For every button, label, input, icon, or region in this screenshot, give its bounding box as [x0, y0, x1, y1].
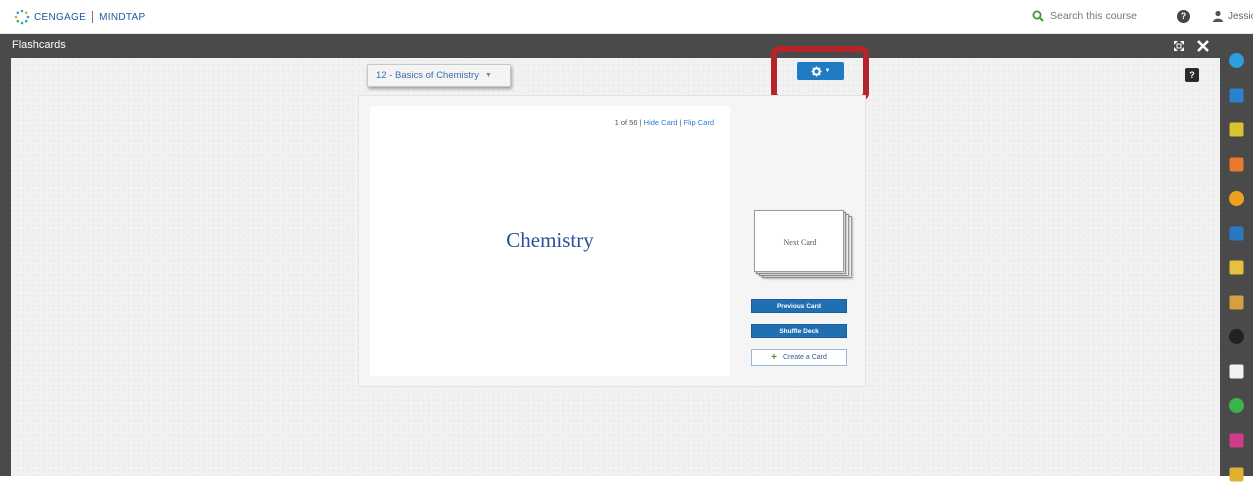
expand-icon[interactable] — [1172, 39, 1186, 53]
monitor-icon — [1229, 433, 1244, 447]
card-position: 1 of 56 — [614, 118, 638, 127]
caret-down-icon: ▼ — [824, 68, 831, 74]
az-icon — [1229, 467, 1244, 482]
meta-separator: | — [679, 118, 682, 127]
gear-icon — [810, 65, 822, 77]
deck-select[interactable]: 12 - Basics of Chemistry ▼ — [367, 64, 511, 87]
dock-app-3[interactable] — [1228, 121, 1245, 138]
notepad-icon — [1229, 260, 1244, 275]
brand-logo[interactable]: CENGAGE MINDTAP — [14, 9, 145, 25]
dock-app-6[interactable] — [1228, 225, 1245, 242]
m-circle-icon — [1229, 329, 1244, 344]
briefcase-icon — [1229, 88, 1244, 102]
dock-app-13[interactable] — [1228, 466, 1245, 483]
book-icon — [1229, 226, 1244, 240]
create-card-button[interactable]: + Create a Card — [751, 349, 847, 366]
close-icon[interactable] — [1195, 38, 1211, 54]
window-frame-left — [0, 34, 11, 476]
previous-card-button[interactable]: Previous Card — [751, 299, 847, 313]
next-card-stack[interactable]: Next Card — [754, 210, 856, 280]
dock-app-11[interactable] — [1228, 397, 1245, 414]
dock-app-9[interactable] — [1228, 328, 1245, 345]
flashcards-help-button[interactable]: ? — [1185, 68, 1199, 82]
brand-name: CENGAGE — [34, 11, 87, 23]
dock-app-10[interactable] — [1228, 363, 1245, 380]
hide-card-link[interactable]: Hide Card — [644, 118, 678, 127]
dock-app-8[interactable] — [1228, 294, 1245, 311]
flashcard[interactable]: 1 of 56 | Hide Card | Flip Card Chemistr… — [370, 106, 730, 376]
meta-separator: | — [639, 118, 642, 127]
shuffle-deck-button[interactable]: Shuffle Deck — [751, 324, 847, 338]
pencil-icon — [1229, 122, 1244, 137]
rss-icon — [1229, 157, 1244, 171]
bubble-icon — [1229, 53, 1244, 68]
dock-app-2[interactable] — [1228, 87, 1245, 104]
user-menu[interactable]: Jessica v — [1212, 10, 1253, 22]
flame-icon — [1229, 191, 1244, 206]
tool-dock — [1220, 34, 1253, 482]
brand-divider — [92, 11, 94, 23]
window-title: Flashcards — [12, 39, 66, 51]
settings-button[interactable]: ▼ — [797, 62, 844, 80]
course-search[interactable]: Search this course — [1032, 10, 1137, 22]
deck-select-value: 12 - Basics of Chemistry — [376, 70, 479, 81]
top-header: CENGAGE MINDTAP Search this course ? Jes… — [0, 0, 1253, 34]
window-titlebar: Flashcards — [0, 34, 1220, 58]
search-icon — [1032, 10, 1044, 22]
user-name: Jessica — [1228, 10, 1253, 22]
chevron-down-icon: ▼ — [484, 72, 492, 79]
s-circle-icon — [1229, 398, 1244, 413]
user-icon — [1213, 10, 1223, 22]
help-circle-icon[interactable]: ? — [1177, 10, 1190, 23]
product-name: MINDTAP — [99, 11, 146, 23]
pen-icon — [1229, 295, 1244, 309]
dock-app-12[interactable] — [1228, 432, 1245, 449]
cengage-logo-icon — [14, 9, 30, 25]
flip-card-link[interactable]: Flip Card — [684, 118, 714, 127]
dock-app-7[interactable] — [1228, 259, 1245, 276]
dock-app-4[interactable] — [1228, 156, 1245, 173]
card-sheet-top: Next Card — [754, 210, 844, 272]
search-label: Search this course — [1050, 10, 1137, 22]
create-card-label: Create a Card — [782, 354, 827, 361]
plus-icon: + — [771, 351, 777, 363]
chat-icon — [1229, 364, 1244, 378]
card-term: Chemistry — [506, 228, 594, 252]
next-card-label: Next Card — [783, 237, 817, 247]
dock-app-1[interactable] — [1228, 52, 1245, 69]
dock-app-5[interactable] — [1228, 190, 1245, 207]
card-meta: 1 of 56 | Hide Card | Flip Card — [615, 118, 714, 127]
